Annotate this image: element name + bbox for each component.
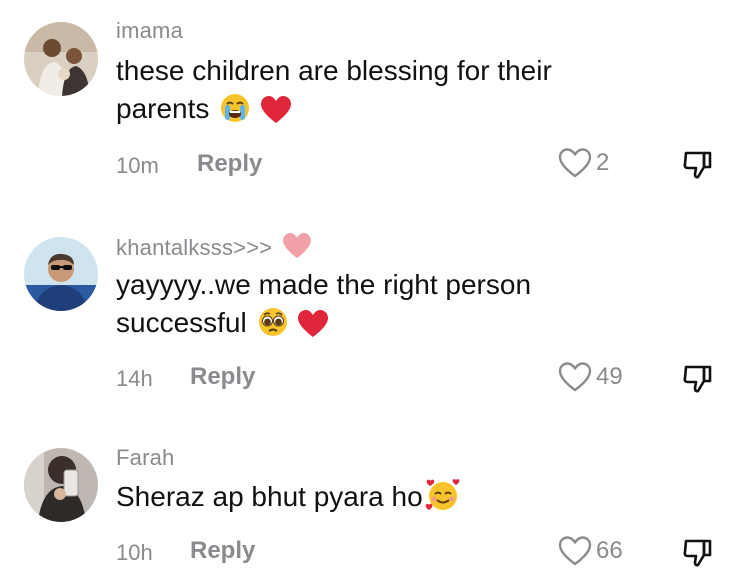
pink-heart-icon: [282, 233, 311, 265]
comment-item: imama these children are blessing for th…: [0, 0, 740, 200]
comment-username-text: khantalksss>>>: [116, 235, 273, 260]
like-button[interactable]: 49: [558, 360, 623, 394]
heart-outline-icon: [558, 148, 592, 178]
crying-face-icon: [219, 92, 251, 134]
comment-text-fragment: Sheraz ap bhut pyara ho: [116, 481, 423, 512]
comment-time: 10h: [116, 540, 153, 565]
dislike-button[interactable]: [680, 147, 714, 181]
comment-text: these children are blessing for their pa…: [116, 52, 676, 134]
reply-button[interactable]: Reply: [197, 150, 262, 178]
like-count: 49: [596, 363, 623, 390]
like-button[interactable]: 66: [558, 534, 623, 568]
comment-text-line: these children are blessing for their: [116, 55, 552, 86]
comment-username[interactable]: khantalksss>>>: [116, 233, 311, 265]
like-button[interactable]: 2: [558, 146, 609, 180]
reply-button[interactable]: Reply: [190, 363, 255, 391]
comment-text-line: Sheraz ap bhut pyara ho: [116, 478, 676, 522]
red-heart-icon: [260, 96, 291, 134]
comment-text-fragment: successful: [116, 307, 247, 338]
red-heart-icon: [298, 310, 329, 348]
comment-text: Sheraz ap bhut pyara ho: [116, 478, 676, 522]
comment-text: yayyyy..we made the right person success…: [116, 266, 676, 348]
comment-text-line: parents: [116, 90, 676, 134]
thumbs-down-icon: [683, 539, 712, 567]
like-count: 2: [596, 149, 610, 176]
thumbs-down-icon: [683, 151, 712, 179]
like-count: 66: [596, 537, 623, 564]
heart-outline-icon: [558, 362, 592, 392]
comment-text-fragment: parents: [116, 93, 210, 124]
thumbs-down-icon: [683, 365, 712, 393]
comment-item: khantalksss>>> yayyyy..we made the right…: [0, 200, 740, 400]
avatar[interactable]: [24, 237, 98, 311]
reply-button[interactable]: Reply: [190, 537, 255, 565]
comment-text-line: yayyyy..we made the right person: [116, 269, 532, 300]
avatar-image: [24, 448, 98, 522]
comment-text-line: successful: [116, 304, 676, 348]
smiling-face-with-hearts-icon: [425, 478, 461, 522]
comment-time: 10m: [116, 153, 159, 178]
dislike-button[interactable]: [680, 535, 714, 569]
heart-outline-icon: [558, 536, 592, 566]
comment-time: 14h: [116, 366, 153, 391]
dislike-button[interactable]: [680, 361, 714, 395]
comment-item: Farah Sheraz ap bhut pyara ho 10h Reply: [0, 410, 740, 582]
avatar-image: [24, 22, 98, 96]
avatar-image: [24, 237, 98, 311]
avatar[interactable]: [24, 448, 98, 522]
pleading-face-icon: [257, 306, 289, 348]
comment-username[interactable]: Farah: [116, 445, 174, 471]
avatar[interactable]: [24, 22, 98, 96]
comment-username[interactable]: imama: [116, 18, 183, 44]
